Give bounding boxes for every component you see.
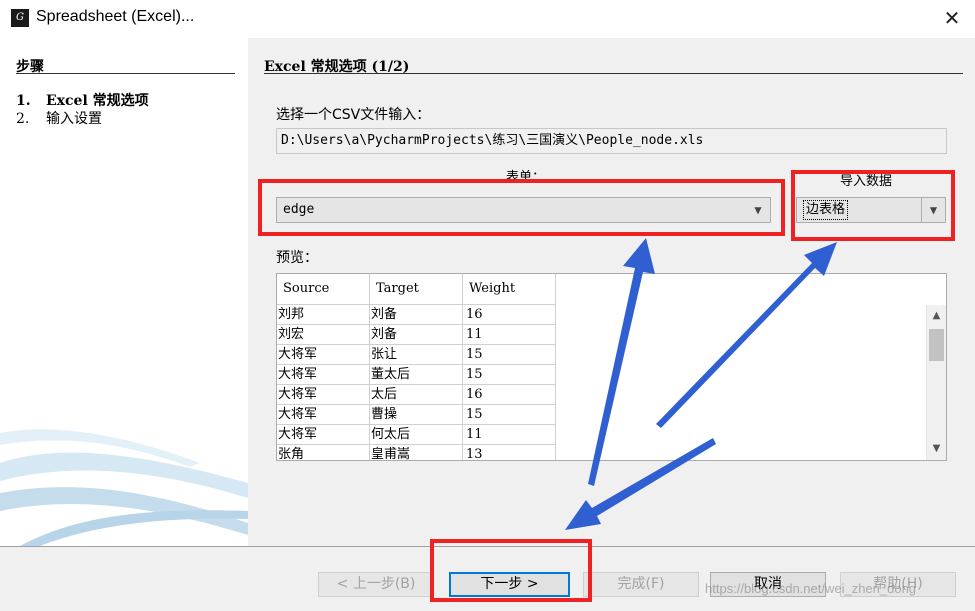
table-cell: 15 — [463, 365, 556, 385]
table-cell: 大将军 — [277, 425, 370, 445]
decorative-swoosh — [0, 429, 248, 546]
table-cell: 太后 — [370, 385, 463, 405]
annotation-box-import — [791, 170, 955, 241]
preview-label: 预览： — [276, 250, 318, 266]
table-row: 大将军 董太后 15 — [277, 365, 556, 385]
table-cell: 曹操 — [370, 405, 463, 425]
table-cell: 刘宏 — [277, 325, 370, 345]
table-cell: 大将军 — [277, 405, 370, 425]
window-title: Spreadsheet (Excel)... — [36, 8, 195, 25]
table-cell: 16 — [463, 305, 556, 325]
app-icon: G — [11, 9, 29, 27]
title-bar: G Spreadsheet (Excel)... ✕ — [0, 0, 975, 38]
scroll-down-icon[interactable]: ▼ — [927, 440, 946, 458]
table-cell: 16 — [463, 385, 556, 405]
annotation-box-next — [430, 539, 592, 602]
scroll-up-icon[interactable]: ▲ — [927, 307, 946, 325]
table-cell: 11 — [463, 325, 556, 345]
table-row: 大将军 何太后 11 — [277, 425, 556, 445]
table-cell: 刘备 — [370, 305, 463, 325]
prev-button[interactable]: < 上一步(B) — [318, 572, 434, 597]
steps-panel: 步骤 1. Excel 常规选项 2. 输入设置 — [0, 38, 248, 546]
step-item-2: 2. 输入设置 — [16, 108, 102, 128]
table-cell: 刘备 — [370, 325, 463, 345]
step-label: 输入设置 — [46, 111, 102, 127]
vertical-scrollbar[interactable]: ▲ ▼ — [926, 305, 946, 460]
table-row: 大将军 曹操 15 — [277, 405, 556, 425]
annotation-box-sheet — [258, 179, 785, 236]
table-row: 大将军 张让 15 — [277, 345, 556, 365]
table-cell: 皇甫嵩 — [370, 445, 463, 460]
table-cell: 11 — [463, 425, 556, 445]
csv-file-label: 选择一个CSV文件输入： — [276, 107, 431, 123]
table-body: 刘邦 刘备 16 刘宏 刘备 11 大将军 张让 15 大将军 董太后 15 大… — [277, 305, 556, 460]
title-divider — [264, 73, 963, 74]
step-number: 2. — [16, 111, 30, 127]
close-button[interactable]: ✕ — [929, 0, 975, 38]
table-row: 刘宏 刘备 11 — [277, 325, 556, 345]
table-row: 大将军 太后 16 — [277, 385, 556, 405]
table-cell: 13 — [463, 445, 556, 460]
column-header-target[interactable]: Target — [370, 274, 463, 305]
step-number: 1. — [16, 93, 31, 109]
steps-divider — [16, 73, 235, 74]
table-cell: 大将军 — [277, 385, 370, 405]
table-cell: 董太后 — [370, 365, 463, 385]
table-cell: 张角 — [277, 445, 370, 460]
table-cell: 刘邦 — [277, 305, 370, 325]
table-cell: 大将军 — [277, 345, 370, 365]
step-label: Excel 常规选项 — [46, 93, 149, 109]
table-cell: 15 — [463, 405, 556, 425]
content-panel: Excel 常规选项 (1/2) 选择一个CSV文件输入： D:\Users\a… — [248, 38, 975, 546]
step-item-1: 1. Excel 常规选项 — [16, 90, 149, 110]
table-cell: 15 — [463, 345, 556, 365]
finish-button[interactable]: 完成(F) — [583, 572, 699, 597]
table-row: 张角 皇甫嵩 13 — [277, 445, 556, 460]
watermark: https://blog.csdn.net/wei_zhen_dong — [705, 581, 917, 596]
table-cell: 何太后 — [370, 425, 463, 445]
preview-table[interactable]: Source Target Weight 刘邦 刘备 16 刘宏 刘备 11 大… — [276, 273, 947, 461]
column-header-weight[interactable]: Weight — [463, 274, 556, 305]
table-cell: 张让 — [370, 345, 463, 365]
column-header-source[interactable]: Source — [277, 274, 370, 305]
table-header: Source Target Weight — [277, 274, 556, 305]
table-cell: 大将军 — [277, 365, 370, 385]
file-path-field: D:\Users\a\PycharmProjects\练习\三国演义\Peopl… — [276, 128, 947, 154]
table-row: 刘邦 刘备 16 — [277, 305, 556, 325]
scrollbar-thumb[interactable] — [929, 329, 944, 361]
